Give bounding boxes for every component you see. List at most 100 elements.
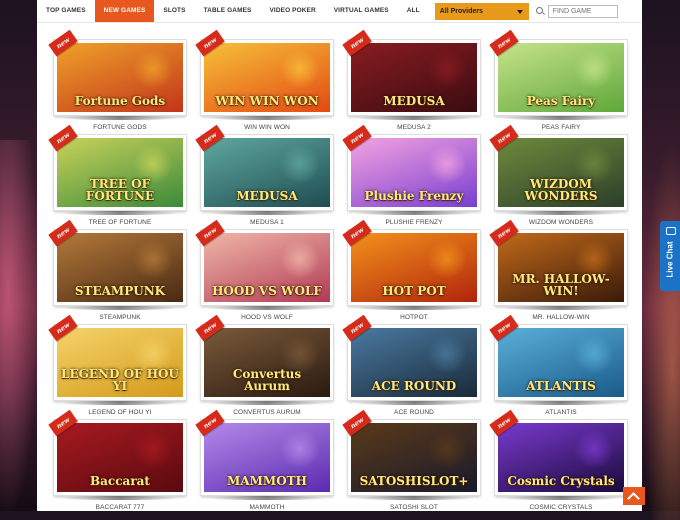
- tile-shadow: [354, 306, 474, 310]
- game-tile[interactable]: LEGEND OF HOU YI new LEGEND OF HOU YI: [48, 314, 186, 416]
- game-art-decoration: [132, 48, 173, 89]
- game-tile[interactable]: Convertus Aurum new CONVERTUS AURUM: [195, 314, 333, 416]
- game-thumbnail[interactable]: MR. HALLOW-WIN!: [495, 230, 627, 305]
- game-tile[interactable]: Cosmic Crystals new COSMIC CRYSTALS: [489, 409, 627, 511]
- game-art-decoration: [426, 143, 467, 184]
- game-thumbnail[interactable]: SATOSHISLOT+: [348, 420, 480, 495]
- game-thumbnail[interactable]: LEGEND OF HOU YI: [54, 325, 186, 400]
- tile-shadow: [60, 306, 180, 310]
- game-tile[interactable]: Fortune Gods new FORTUNE GODS: [48, 29, 186, 131]
- game-thumbnail[interactable]: WIN WIN WON: [201, 40, 333, 115]
- game-thumbnail[interactable]: WIZDOM WONDERS: [495, 135, 627, 210]
- game-tile[interactable]: MR. HALLOW-WIN! new MR. HALLOW-WIN: [489, 219, 627, 321]
- game-thumbnail[interactable]: ATLANTIS: [495, 325, 627, 400]
- tab-top-games[interactable]: TOP GAMES: [37, 0, 95, 22]
- game-art-decoration: [279, 238, 320, 279]
- tile-shadow: [354, 116, 474, 120]
- tab-new-games[interactable]: NEW GAMES: [94, 0, 155, 22]
- search-icon[interactable]: [535, 6, 546, 17]
- background-glow-right: [642, 140, 680, 520]
- game-art-decoration: [279, 48, 320, 89]
- tab-slots[interactable]: SLOTS: [154, 0, 194, 22]
- game-tile[interactable]: HOOD VS WOLF new HOOD VS WOLF: [195, 219, 333, 321]
- scroll-to-top-button[interactable]: [623, 487, 645, 505]
- game-thumbnail[interactable]: Convertus Aurum: [201, 325, 333, 400]
- tab-all[interactable]: ALL: [398, 0, 429, 22]
- provider-select-value: All Providers: [439, 7, 483, 15]
- game-art-decoration: [279, 143, 320, 184]
- game-tile[interactable]: HOT POT new HOTPOT: [342, 219, 480, 321]
- game-title[interactable]: SATOSHI SLOT: [338, 504, 490, 511]
- live-chat-label: Live Chat: [665, 241, 675, 278]
- game-tile[interactable]: MEDUSA new MEDUSA 1: [195, 124, 333, 226]
- tab-table-games[interactable]: TABLE GAMES: [195, 0, 261, 22]
- game-logo: Convertus Aurum: [232, 367, 302, 393]
- game-thumbnail[interactable]: Baccarat: [54, 420, 186, 495]
- provider-select[interactable]: All Providers: [434, 2, 529, 20]
- tile-shadow: [60, 116, 180, 120]
- game-thumbnail[interactable]: MEDUSA: [348, 40, 480, 115]
- game-logo: ATLANTIS: [526, 379, 596, 393]
- game-logo: MAMMOTH: [227, 474, 307, 488]
- game-tile[interactable]: WIN WIN WON new WIN WIN WON: [195, 29, 333, 131]
- tile-shadow: [354, 211, 474, 215]
- games-category-navbar: TOP GAMES NEW GAMES SLOTS TABLE GAMES VI…: [37, 0, 642, 23]
- tile-shadow: [501, 116, 621, 120]
- game-thumbnail[interactable]: HOOD VS WOLF: [201, 230, 333, 305]
- game-title[interactable]: BACCARAT 777: [44, 504, 196, 511]
- game-art-decoration: [426, 238, 467, 279]
- game-thumbnail[interactable]: STEAMPUNK: [54, 230, 186, 305]
- tile-shadow: [60, 211, 180, 215]
- game-tile[interactable]: ATLANTIS new ATLANTIS: [489, 314, 627, 416]
- game-tile[interactable]: TREE OF FORTUNE new TREE OF FORTUNE: [48, 124, 186, 226]
- game-thumbnail[interactable]: TREE OF FORTUNE: [54, 135, 186, 210]
- chevron-down-icon: [516, 9, 523, 14]
- tile-shadow: [60, 401, 180, 405]
- game-art-decoration: [573, 48, 614, 89]
- game-logo: TREE OF FORTUNE: [85, 177, 155, 203]
- game-tile[interactable]: MAMMOTH new MAMMOTH: [195, 409, 333, 511]
- game-art-decoration: [426, 48, 467, 89]
- game-tile[interactable]: ACE ROUND new ACE ROUND: [342, 314, 480, 416]
- game-thumbnail[interactable]: Peas Fairy: [495, 40, 627, 115]
- game-thumbnail[interactable]: MAMMOTH: [201, 420, 333, 495]
- game-title[interactable]: MAMMOTH: [191, 504, 343, 511]
- search-input[interactable]: [547, 4, 618, 18]
- game-thumbnail[interactable]: Cosmic Crystals: [495, 420, 627, 495]
- game-logo: STEAMPUNK: [74, 284, 166, 298]
- game-thumbnail[interactable]: ACE ROUND: [348, 325, 480, 400]
- game-tile[interactable]: WIZDOM WONDERS new WIZDOM WONDERS: [489, 124, 627, 226]
- game-art-decoration: [132, 238, 173, 279]
- game-logo: Cosmic Crystals: [507, 474, 615, 488]
- game-tile[interactable]: Plushie Frenzy new PLUSHIE FRENZY: [342, 124, 480, 226]
- game-title[interactable]: COSMIC CRYSTALS: [485, 504, 637, 511]
- game-logo: LEGEND OF HOU YI: [61, 367, 179, 393]
- game-thumbnail[interactable]: Plushie Frenzy: [348, 135, 480, 210]
- game-tile[interactable]: SATOSHISLOT+ new SATOSHI SLOT: [342, 409, 480, 511]
- tab-virtual-games[interactable]: VIRTUAL GAMES: [325, 0, 398, 22]
- game-logo: MEDUSA: [236, 189, 298, 203]
- game-thumbnail[interactable]: HOT POT: [348, 230, 480, 305]
- tile-shadow: [354, 401, 474, 405]
- game-logo: HOOD VS WOLF: [212, 284, 322, 298]
- tile-shadow: [501, 401, 621, 405]
- game-tile[interactable]: Peas Fairy new PEAS FAIRY: [489, 29, 627, 131]
- game-tile[interactable]: Baccarat new BACCARAT 777: [48, 409, 186, 511]
- game-thumbnail[interactable]: Fortune Gods: [54, 40, 186, 115]
- game-logo: WIN WIN WON: [215, 94, 319, 108]
- game-art-decoration: [426, 333, 467, 374]
- game-art-decoration: [132, 428, 173, 469]
- live-chat-button[interactable]: Live Chat: [660, 221, 680, 291]
- tab-video-poker[interactable]: VIDEO POKER: [261, 0, 325, 22]
- tile-shadow: [501, 211, 621, 215]
- game-logo: SATOSHISLOT+: [359, 474, 469, 488]
- game-thumbnail[interactable]: MEDUSA: [201, 135, 333, 210]
- chevron-up-icon: [627, 492, 640, 505]
- tile-shadow: [60, 496, 180, 500]
- tile-shadow: [207, 211, 327, 215]
- tile-shadow: [207, 496, 327, 500]
- game-search: [535, 4, 618, 18]
- game-art-decoration: [426, 428, 467, 469]
- game-tile[interactable]: MEDUSA new MEDUSA 2: [342, 29, 480, 131]
- game-tile[interactable]: STEAMPUNK new STEAMPUNK: [48, 219, 186, 321]
